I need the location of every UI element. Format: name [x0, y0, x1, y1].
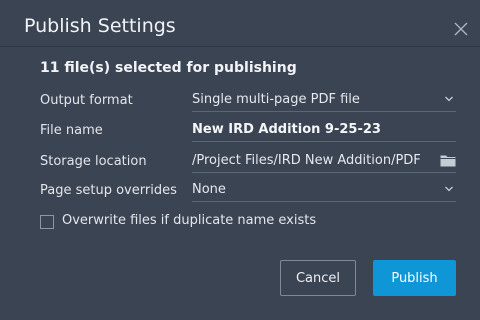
page-setup-overrides-dropdown[interactable]: None: [192, 179, 456, 202]
output-format-value: Single multi-page PDF file: [192, 92, 360, 107]
selection-summary: 11 file(s) selected for publishing: [40, 60, 297, 76]
cancel-button[interactable]: Cancel: [280, 260, 356, 296]
chevron-down-icon: [445, 96, 453, 102]
overwrite-checkbox[interactable]: [40, 215, 54, 229]
folder-icon[interactable]: [440, 154, 456, 167]
page-setup-overrides-value: None: [192, 182, 226, 197]
publish-button[interactable]: Publish: [373, 260, 456, 296]
output-format-dropdown[interactable]: Single multi-page PDF file: [192, 89, 456, 112]
title-divider: [0, 46, 480, 47]
publish-settings-dialog: Publish Settings 11 file(s) selected for…: [0, 0, 480, 320]
output-format-label: Output format: [40, 93, 133, 108]
chevron-down-icon: [445, 186, 453, 192]
storage-location-value: /Project Files/IRD New Addition/PDF: [192, 153, 421, 168]
file-name-value: New IRD Addition 9-25-23: [192, 122, 381, 137]
storage-location-field[interactable]: /Project Files/IRD New Addition/PDF: [192, 150, 456, 173]
file-name-input[interactable]: New IRD Addition 9-25-23: [192, 119, 456, 142]
dialog-title: Publish Settings: [24, 15, 176, 37]
close-icon[interactable]: [452, 20, 470, 38]
storage-location-label: Storage location: [40, 154, 147, 169]
file-name-label: File name: [40, 123, 103, 138]
overwrite-checkbox-label[interactable]: Overwrite files if duplicate name exists: [62, 213, 316, 228]
page-setup-overrides-label: Page setup overrides: [40, 183, 177, 198]
